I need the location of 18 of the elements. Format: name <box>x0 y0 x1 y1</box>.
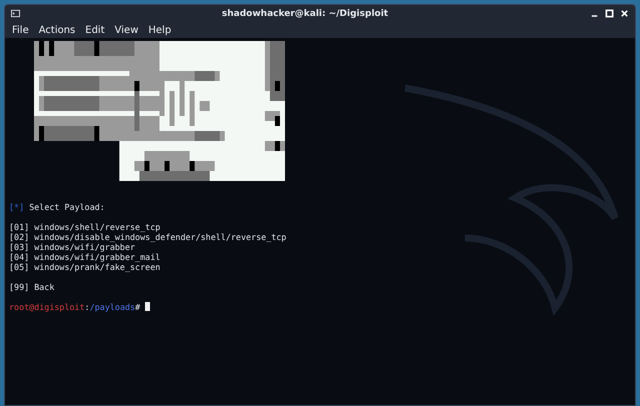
window-title: shadowhacker@kali: ~/Digisploit <box>220 8 390 18</box>
payload-option: [05] windows/prank/fake_screen <box>9 262 631 272</box>
cursor <box>145 302 150 311</box>
payload-option: [03] windows/wifi/grabber <box>9 242 631 252</box>
menu-item[interactable]: Help <box>148 24 172 36</box>
menu-item[interactable]: File <box>12 24 29 36</box>
menu-item[interactable]: Edit <box>85 24 105 36</box>
menu-header: [*] Select Payload: <box>9 202 106 212</box>
menu-item[interactable]: View <box>114 24 138 36</box>
maximize-icon[interactable] <box>605 9 614 18</box>
payload-option: [01] windows/shell/reverse_tcp <box>9 222 631 232</box>
shell-prompt: root@digisploit:/payloads# <box>9 302 631 312</box>
back-option: [99] Back <box>9 282 631 292</box>
terminal-icon <box>11 9 20 18</box>
close-icon[interactable] <box>620 9 629 18</box>
menu-item[interactable]: Actions <box>38 24 76 36</box>
payload-option: [04] windows/wifi/grabber_mail <box>9 252 631 262</box>
payload-option: [02] windows/disable_windows_defender/shell/reverse_tcp <box>9 232 631 242</box>
